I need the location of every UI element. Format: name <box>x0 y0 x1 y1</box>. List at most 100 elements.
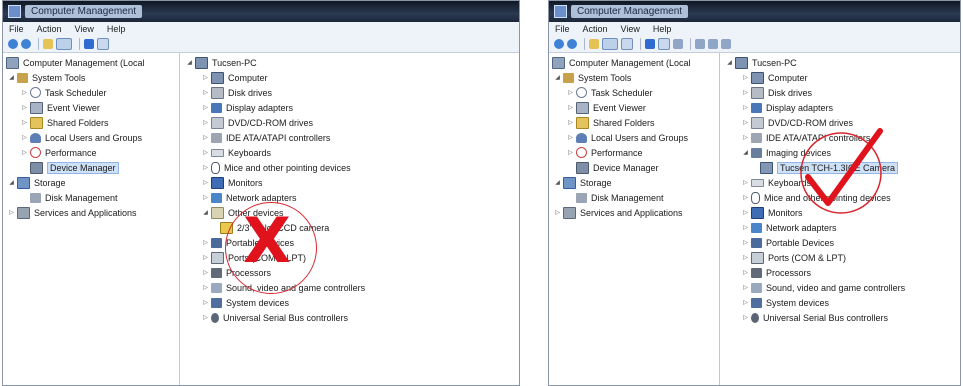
tree-node-task-scheduler[interactable]: ▷ Task Scheduler <box>567 85 653 100</box>
device-category-portable-devices[interactable]: ▷ Portable Devices <box>742 235 834 250</box>
menu-file[interactable]: File <box>9 24 24 34</box>
expand-toggle-icon[interactable]: ▷ <box>567 104 574 111</box>
expand-toggle-icon[interactable]: ▷ <box>202 74 209 81</box>
collapse-toggle-icon[interactable]: ◢ <box>186 59 193 66</box>
expand-toggle-icon[interactable]: ▷ <box>21 149 28 156</box>
forward-arrow-icon[interactable] <box>567 39 577 49</box>
expand-toggle-icon[interactable]: ▷ <box>742 284 749 291</box>
tree-node-device-manager[interactable]: Device Manager <box>576 160 659 175</box>
help-icon[interactable] <box>84 39 94 49</box>
update-driver-icon[interactable] <box>695 39 705 49</box>
device-category-network-adapters[interactable]: ▷ Network adapters <box>742 220 837 235</box>
expand-toggle-icon[interactable]: ▷ <box>202 194 209 201</box>
expand-toggle-icon[interactable]: ▷ <box>742 269 749 276</box>
expand-toggle-icon[interactable]: ▷ <box>202 254 209 261</box>
expand-toggle-icon[interactable]: ▷ <box>202 299 209 306</box>
scan-hardware-changes-icon[interactable] <box>673 39 683 49</box>
expand-toggle-icon[interactable]: ▷ <box>742 239 749 246</box>
device-category-monitors[interactable]: ▷ Monitors <box>202 175 263 190</box>
expand-toggle-icon[interactable]: ▷ <box>742 314 749 321</box>
collapse-toggle-icon[interactable]: ◢ <box>202 209 209 216</box>
menu-action[interactable]: Action <box>37 24 62 34</box>
collapse-toggle-icon[interactable]: ◢ <box>742 149 749 156</box>
device-category-processors[interactable]: ▷ Processors <box>742 265 811 280</box>
device-category-disk-drives[interactable]: ▷ Disk drives <box>202 85 272 100</box>
collapse-toggle-icon[interactable]: ◢ <box>8 74 15 81</box>
expand-toggle-icon[interactable]: ▷ <box>567 149 574 156</box>
menu-file[interactable]: File <box>555 24 570 34</box>
properties-grid-icon[interactable] <box>97 38 109 50</box>
device-category-ports[interactable]: ▷ Ports (COM & LPT) <box>742 250 846 265</box>
device-category-disk-drives[interactable]: ▷ Disk drives <box>742 85 812 100</box>
expand-toggle-icon[interactable]: ▷ <box>202 104 209 111</box>
expand-toggle-icon[interactable]: ▷ <box>742 119 749 126</box>
expand-toggle-icon[interactable]: ▷ <box>567 134 574 141</box>
device-category-keyboards[interactable]: ▷ Keyboards <box>202 145 271 160</box>
tree-node-system-tools[interactable]: ◢ System Tools <box>8 70 85 85</box>
menu-view[interactable]: View <box>75 24 94 34</box>
tree-node-event-viewer[interactable]: ▷ Event Viewer <box>21 100 100 115</box>
expand-toggle-icon[interactable]: ▷ <box>742 104 749 111</box>
expand-toggle-icon[interactable]: ▷ <box>742 179 749 186</box>
device-category-sound[interactable]: ▷ Sound, video and game controllers <box>742 280 905 295</box>
help-icon[interactable] <box>645 39 655 49</box>
tree-node-device-manager[interactable]: Device Manager <box>30 160 119 175</box>
device-category-display-adapters[interactable]: ▷ Display adapters <box>742 100 833 115</box>
expand-toggle-icon[interactable]: ▷ <box>567 89 574 96</box>
expand-toggle-icon[interactable]: ▷ <box>742 254 749 261</box>
collapse-toggle-icon[interactable]: ◢ <box>554 179 561 186</box>
expand-toggle-icon[interactable]: ▷ <box>567 119 574 126</box>
expand-toggle-icon[interactable]: ▷ <box>202 269 209 276</box>
tree-node-performance[interactable]: ▷ Performance <box>21 145 97 160</box>
disable-device-icon[interactable] <box>708 39 718 49</box>
expand-toggle-icon[interactable]: ▷ <box>202 164 209 171</box>
tree-node-computer-management[interactable]: Computer Management (Local <box>552 55 691 70</box>
collapse-toggle-icon[interactable]: ◢ <box>726 59 733 66</box>
tree-node-system-tools[interactable]: ◢ System Tools <box>554 70 631 85</box>
export-list-icon[interactable] <box>621 38 633 50</box>
uninstall-device-icon[interactable] <box>721 39 731 49</box>
expand-toggle-icon[interactable]: ▷ <box>742 74 749 81</box>
expand-toggle-icon[interactable]: ▷ <box>21 104 28 111</box>
menu-help[interactable]: Help <box>107 24 126 34</box>
expand-toggle-icon[interactable]: ▷ <box>202 314 209 321</box>
expand-toggle-icon[interactable]: ▷ <box>202 179 209 186</box>
menu-action[interactable]: Action <box>583 24 608 34</box>
expand-toggle-icon[interactable]: ▷ <box>742 224 749 231</box>
tree-node-shared-folders[interactable]: ▷ Shared Folders <box>21 115 109 130</box>
up-folder-icon[interactable] <box>43 39 53 49</box>
back-arrow-icon[interactable] <box>8 39 18 49</box>
device-category-dvd[interactable]: ▷ DVD/CD-ROM drives <box>202 115 313 130</box>
tree-node-local-users-and-groups[interactable]: ▷ Local Users and Groups <box>567 130 688 145</box>
device-category-computer[interactable]: ▷ Computer <box>202 70 268 85</box>
expand-toggle-icon[interactable]: ▷ <box>202 239 209 246</box>
device-category-display-adapters[interactable]: ▷ Display adapters <box>202 100 293 115</box>
tree-node-services-and-applications[interactable]: ▷ Services and Applications <box>8 205 137 220</box>
expand-toggle-icon[interactable]: ▷ <box>202 134 209 141</box>
device-category-monitors[interactable]: ▷ Monitors <box>742 205 803 220</box>
forward-arrow-icon[interactable] <box>21 39 31 49</box>
expand-toggle-icon[interactable]: ▷ <box>742 299 749 306</box>
expand-toggle-icon[interactable]: ▷ <box>202 119 209 126</box>
device-category-computer[interactable]: ▷ Computer <box>742 70 808 85</box>
collapse-toggle-icon[interactable]: ◢ <box>554 74 561 81</box>
up-folder-icon[interactable] <box>589 39 599 49</box>
expand-toggle-icon[interactable]: ▷ <box>554 209 561 216</box>
back-arrow-icon[interactable] <box>554 39 564 49</box>
device-category-mice[interactable]: ▷ Mice and other pointing devices <box>202 160 351 175</box>
expand-toggle-icon[interactable]: ▷ <box>202 284 209 291</box>
menu-view[interactable]: View <box>621 24 640 34</box>
device-category-usb[interactable]: ▷ Universal Serial Bus controllers <box>742 310 888 325</box>
tree-node-services-and-applications[interactable]: ▷ Services and Applications <box>554 205 683 220</box>
expand-toggle-icon[interactable]: ▷ <box>742 89 749 96</box>
device-category-usb[interactable]: ▷ Universal Serial Bus controllers <box>202 310 348 325</box>
expand-toggle-icon[interactable]: ▷ <box>8 209 15 216</box>
show-hide-console-tree-icon[interactable] <box>56 38 72 50</box>
device-category-ide[interactable]: ▷ IDE ATA/ATAPI controllers <box>202 130 330 145</box>
menu-help[interactable]: Help <box>653 24 672 34</box>
tree-node-disk-management[interactable]: Disk Management <box>30 190 118 205</box>
expand-toggle-icon[interactable]: ▷ <box>742 209 749 216</box>
expand-toggle-icon[interactable]: ▷ <box>202 149 209 156</box>
show-hide-console-tree-icon[interactable] <box>602 38 618 50</box>
expand-toggle-icon[interactable]: ▷ <box>202 89 209 96</box>
